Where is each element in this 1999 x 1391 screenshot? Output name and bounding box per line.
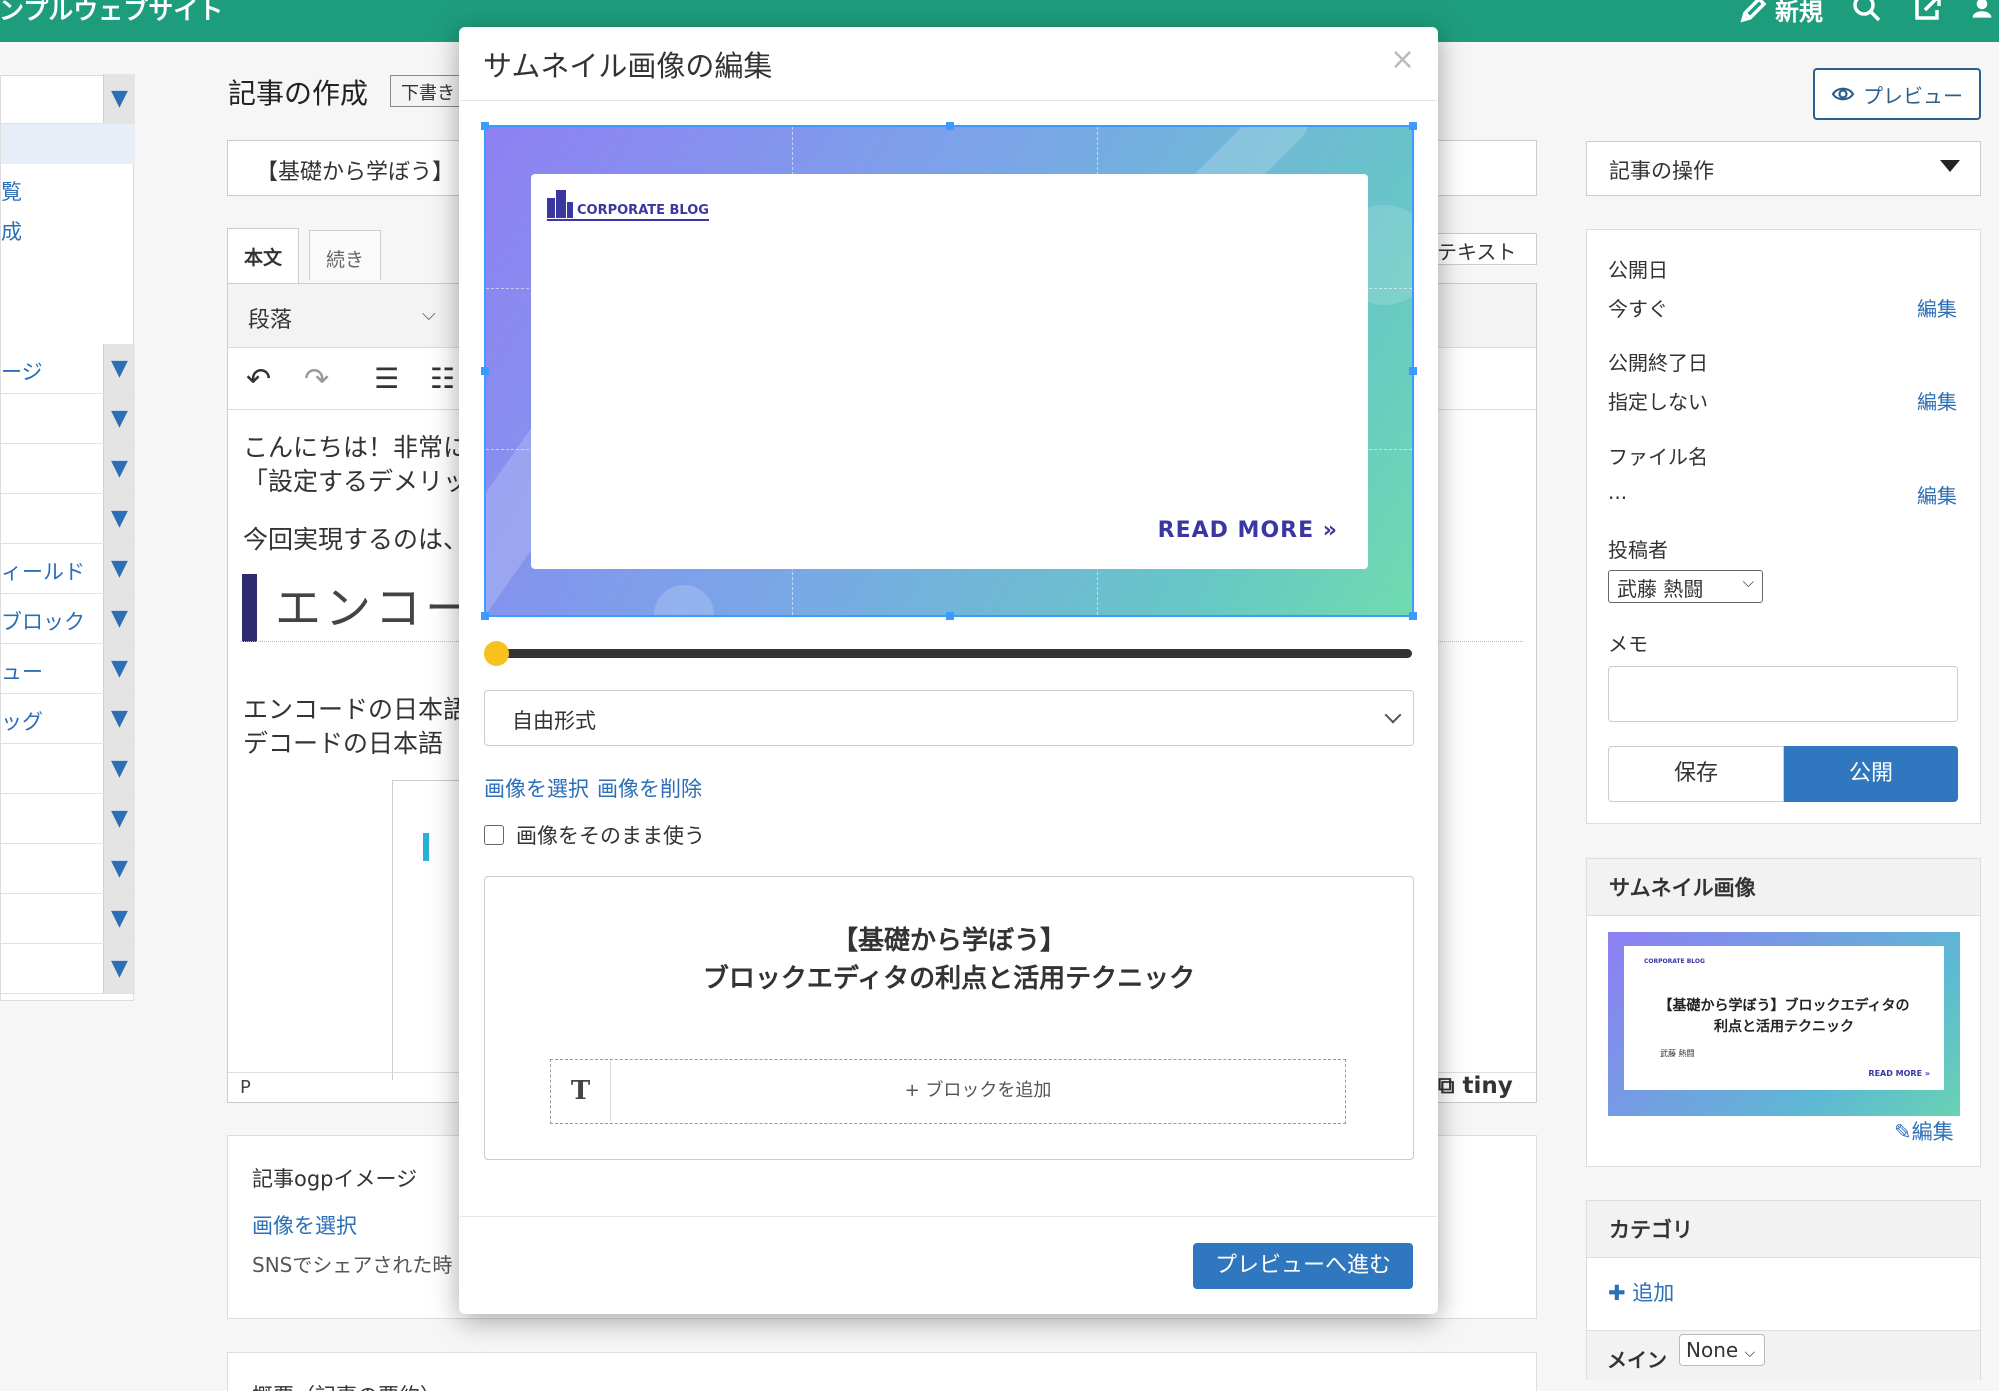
crop-handle[interactable] — [1409, 122, 1417, 130]
add-block-label: + ブロックを追加 — [904, 1080, 1052, 1101]
thumbnail-title-text[interactable]: 【基礎から学ぼう】 ブロックエディタの利点と活用テクニック — [484, 922, 1414, 998]
crop-handle[interactable] — [481, 367, 489, 375]
use-as-is-option[interactable]: 画像をそのまま使う — [484, 820, 705, 850]
text-block-icon[interactable]: T — [551, 1060, 611, 1122]
crop-frame[interactable] — [481, 122, 1417, 620]
zoom-slider-knob[interactable] — [484, 641, 509, 666]
use-as-is-checkbox[interactable] — [484, 825, 504, 845]
thumbnail-title-line: 【基礎から学ぼう】 — [831, 926, 1066, 956]
crop-handle[interactable] — [481, 612, 489, 620]
crop-handle[interactable] — [1409, 612, 1417, 620]
crop-grid-line — [486, 449, 1412, 451]
aspect-ratio-value: 自由形式 — [512, 709, 596, 733]
crop-grid-line — [1097, 127, 1099, 615]
image-actions: 画像を選択 画像を削除 — [484, 773, 710, 803]
zoom-slider-track[interactable] — [496, 649, 1412, 658]
delete-image-link[interactable]: 画像を削除 — [597, 777, 702, 801]
proceed-to-preview-button[interactable]: プレビューへ進む — [1193, 1243, 1413, 1289]
select-image-link[interactable]: 画像を選択 — [484, 777, 589, 801]
crop-handle[interactable] — [1409, 367, 1417, 375]
chevron-down-icon — [1384, 706, 1402, 724]
crop-grid-line — [791, 127, 793, 615]
crop-handle[interactable] — [946, 612, 954, 620]
modal-footer-divider — [460, 1216, 1437, 1217]
crop-grid-line — [486, 288, 1412, 290]
modal-header-divider — [460, 100, 1437, 101]
crop-handle[interactable] — [481, 122, 489, 130]
close-icon[interactable]: × — [1390, 42, 1415, 77]
use-as-is-label: 画像をそのまま使う — [516, 824, 705, 848]
thumbnail-title-line: ブロックエディタの利点と活用テクニック — [702, 964, 1196, 994]
crop-handle[interactable] — [946, 122, 954, 130]
aspect-ratio-select[interactable]: 自由形式 — [484, 690, 1414, 746]
modal-title: サムネイル画像の編集 — [483, 49, 773, 83]
add-block-button[interactable]: T + ブロックを追加 — [550, 1059, 1346, 1124]
